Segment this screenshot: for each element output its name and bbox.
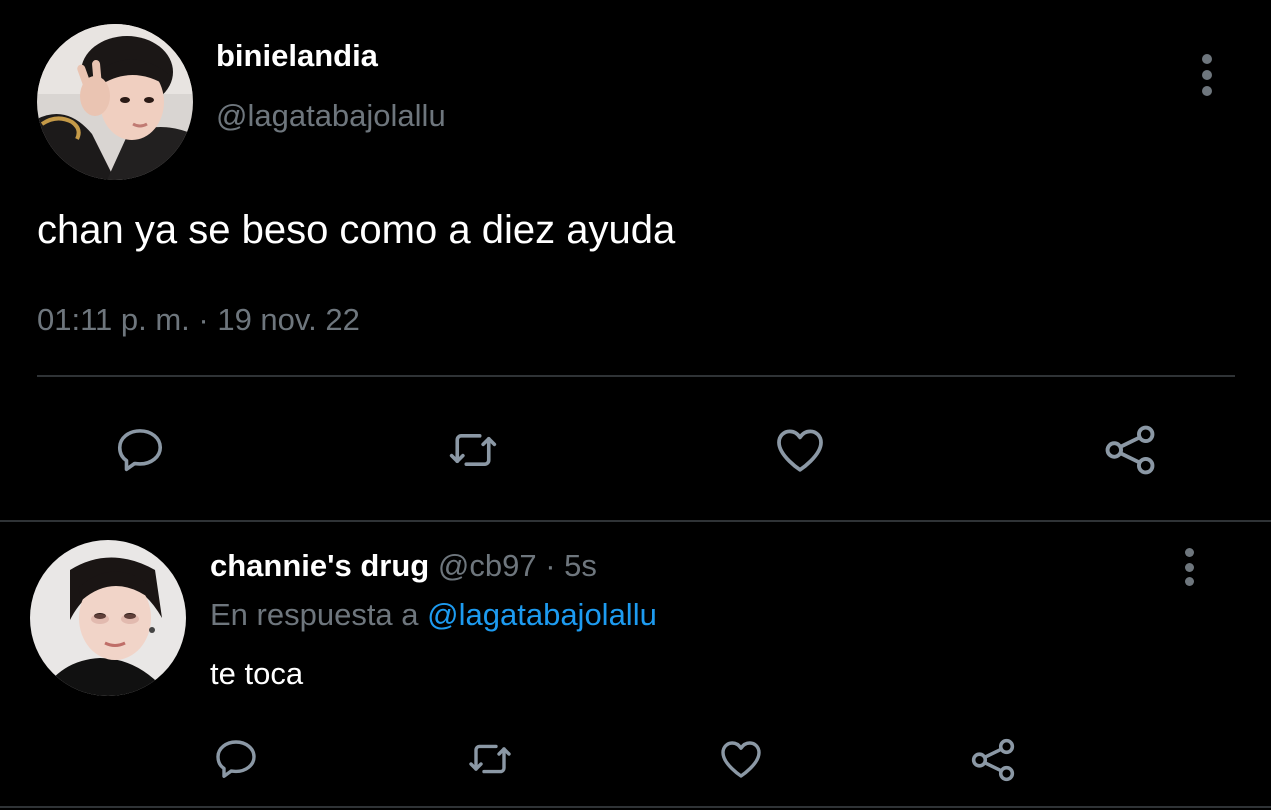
reply-handle[interactable]: @cb97: [438, 548, 537, 583]
share-icon[interactable]: [1098, 420, 1162, 480]
replying-to-mention[interactable]: @lagatabajolallu: [427, 597, 657, 632]
replying-to: En respuesta a @lagatabajolallu: [210, 597, 657, 633]
reply-avatar[interactable]: [30, 540, 186, 696]
reply-display-name[interactable]: channie's drug: [210, 548, 429, 583]
divider: [0, 520, 1271, 522]
reply-separator: ·: [536, 548, 565, 583]
reply-header: channie's drug @cb97 · 5s: [210, 548, 597, 584]
reply-tweet-text: te toca: [210, 656, 304, 691]
main-more-options-icon[interactable]: [1196, 54, 1218, 96]
main-avatar[interactable]: [37, 24, 193, 180]
retweet-icon[interactable]: [438, 420, 508, 480]
reply-age: 5s: [564, 548, 597, 583]
divider: [37, 375, 1235, 377]
like-icon[interactable]: [714, 734, 768, 784]
main-display-name[interactable]: binielandia: [216, 38, 378, 74]
reply-icon[interactable]: [108, 420, 172, 480]
reply-icon[interactable]: [210, 734, 262, 784]
divider: [0, 806, 1271, 808]
like-icon[interactable]: [768, 420, 832, 480]
replying-to-prefix: En respuesta a: [210, 597, 428, 632]
main-handle[interactable]: @lagatabajolallu: [216, 98, 446, 134]
retweet-icon[interactable]: [460, 734, 520, 784]
main-tweet-text: chan ya se beso como a diez ayuda: [37, 208, 676, 252]
share-icon[interactable]: [966, 734, 1020, 786]
main-tweet-timestamp: 01:11 p. m. · 19 nov. 22: [37, 302, 360, 337]
reply-more-options-icon[interactable]: [1178, 548, 1200, 586]
